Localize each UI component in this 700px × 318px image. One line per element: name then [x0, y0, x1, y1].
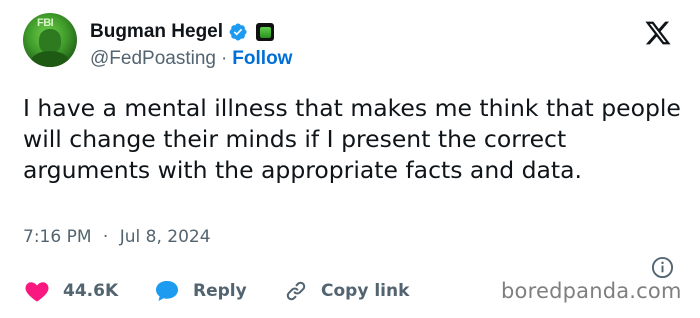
- tweet-text: I have a mental illness that makes me th…: [23, 94, 689, 184]
- author-handle-row: @FedPoasting · Follow: [90, 48, 292, 70]
- avatar-cap-text: FBI: [37, 17, 54, 29]
- reply-label: Reply: [193, 281, 247, 301]
- copy-link-label: Copy link: [321, 281, 410, 301]
- heart-icon: [25, 282, 49, 302]
- watermark: boredpanda.com: [501, 279, 682, 303]
- like-button[interactable]: 44.6K: [25, 280, 155, 302]
- author-handle[interactable]: @FedPoasting: [90, 48, 216, 70]
- tweet-time: 7:16 PM: [23, 227, 92, 247]
- avatar-head: [39, 29, 61, 53]
- author-name-row: Bugman Hegel: [90, 20, 275, 44]
- timestamp-separator: ·: [102, 227, 109, 247]
- link-icon: [286, 281, 306, 301]
- tweet-timestamp[interactable]: 7:16 PM · Jul 8, 2024: [23, 227, 211, 247]
- avatar[interactable]: FBI: [23, 13, 77, 67]
- tweet-date: Jul 8, 2024: [119, 227, 211, 247]
- x-logo-icon[interactable]: [643, 19, 673, 47]
- action-bar: 44.6K Reply Copy link: [25, 277, 445, 305]
- like-count: 44.6K: [63, 281, 119, 301]
- copy-link-button[interactable]: Copy link: [285, 280, 445, 302]
- author-display-name[interactable]: Bugman Hegel: [90, 21, 223, 43]
- affiliate-badge-icon: [256, 23, 275, 41]
- speech-bubble-icon: [156, 281, 178, 301]
- info-icon[interactable]: [651, 256, 674, 279]
- verified-badge-icon: [229, 23, 247, 41]
- tweet-card: FBI Bugman Hegel @FedPoasting · Follow I…: [0, 0, 700, 318]
- reply-button[interactable]: Reply: [155, 280, 285, 302]
- handle-separator: ·: [220, 48, 228, 69]
- follow-button[interactable]: Follow: [232, 48, 292, 70]
- avatar-body: [30, 51, 70, 67]
